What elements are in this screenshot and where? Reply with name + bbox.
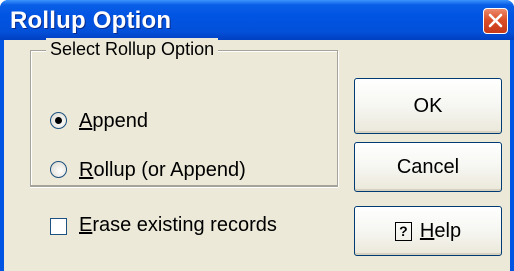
append-radio-dot	[55, 117, 62, 124]
append-label[interactable]: Append	[79, 110, 148, 132]
close-button[interactable]	[483, 8, 508, 34]
erase-accesskey: E	[79, 214, 93, 236]
rollup-radio[interactable]	[50, 161, 67, 178]
erase-records-label[interactable]: Erase existing records	[79, 214, 277, 236]
rollup-label[interactable]: Rollup (or Append)	[79, 159, 246, 181]
ok-button[interactable]: OK	[354, 78, 502, 134]
cancel-button-label: Cancel	[396, 156, 460, 178]
group-legend: Select Rollup Option	[46, 38, 219, 60]
append-radio[interactable]	[50, 112, 67, 129]
erase-records-checkbox[interactable]	[50, 218, 67, 235]
help-button-label: elp	[434, 220, 462, 242]
group-divider	[30, 186, 338, 188]
help-icon: ?	[394, 222, 412, 242]
title-bar[interactable]: Rollup Option	[0, 0, 514, 40]
ok-button-label: OK	[413, 95, 443, 117]
append-accesskey: A	[79, 110, 93, 132]
rollup-accesskey: R	[79, 159, 94, 181]
close-icon	[488, 13, 503, 28]
append-label-rest: ppend	[92, 110, 148, 132]
window-title: Rollup Option	[10, 7, 172, 34]
erase-label-rest: rase existing records	[92, 214, 277, 236]
help-button[interactable]: ? Help	[354, 206, 502, 256]
help-accesskey: H	[419, 220, 435, 242]
cancel-button[interactable]: Cancel	[354, 142, 502, 192]
rollup-label-rest: ollup (or Append)	[93, 159, 246, 181]
